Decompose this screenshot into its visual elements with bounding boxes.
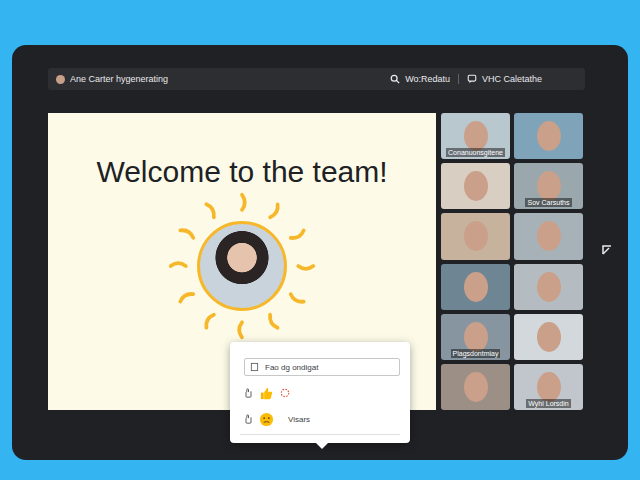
chat-button[interactable]: VHC Caletathe	[467, 74, 577, 84]
participant-photo	[464, 171, 488, 201]
participant-tile[interactable]: Wyhi Lorsdin	[514, 364, 583, 410]
participant-grid: Conanuonsgitene Sov Carsuths Plagsdontmiay…	[441, 113, 583, 410]
meeting-title: Ane Carter hygenerating	[70, 74, 168, 84]
reaction-row[interactable]	[240, 380, 400, 406]
search-icon	[390, 74, 400, 84]
participant-photo	[537, 272, 561, 302]
confused-face-icon	[259, 412, 274, 427]
menu-divider	[240, 434, 400, 435]
sun-rays-icon	[167, 191, 317, 341]
participant-name: Wyhi Lorsdin	[526, 399, 570, 408]
document-icon	[250, 362, 259, 372]
participant-tile[interactable]	[514, 113, 583, 159]
participant-name: Conanuonsgitene	[446, 148, 505, 157]
participant-photo	[464, 121, 488, 151]
cursor-icon	[600, 243, 614, 257]
hand-icon	[244, 414, 253, 424]
participant-photo	[537, 171, 561, 201]
participant-photo	[537, 121, 561, 151]
device-frame: Ane Carter hygenerating Wo:Redatu VHC Cale…	[12, 45, 628, 460]
party-icon	[280, 388, 290, 398]
reaction-search-placeholder: Fao dg ondigat	[265, 363, 318, 372]
participant-tile[interactable]	[514, 264, 583, 310]
participant-tile[interactable]	[441, 364, 510, 410]
participant-tile[interactable]	[441, 163, 510, 209]
participant-tile[interactable]: Conanuonsgitene	[441, 113, 510, 159]
meeting-info[interactable]: Ane Carter hygenerating	[56, 74, 382, 84]
participant-photo	[464, 322, 488, 352]
slide-title: Welcome to the team!	[96, 155, 387, 189]
user-avatar-icon	[56, 75, 65, 84]
menu-pointer-icon	[316, 443, 328, 449]
participant-name: Plagsdontmiay	[451, 349, 501, 358]
sun-decoration	[167, 191, 317, 341]
chat-icon	[467, 74, 477, 84]
reaction-menu: Fao dg ondigat Visars	[230, 342, 410, 443]
participant-tile[interactable]	[514, 213, 583, 259]
participant-tile[interactable]: Plagsdontmiay	[441, 314, 510, 360]
reaction-search-field[interactable]: Fao dg ondigat	[244, 358, 400, 376]
participant-tile[interactable]	[514, 314, 583, 360]
participant-tile[interactable]: Sov Carsuths	[514, 163, 583, 209]
top-bar: Ane Carter hygenerating Wo:Redatu VHC Cale…	[48, 68, 585, 90]
hand-icon	[244, 388, 253, 398]
search-text: Wo:Redatu	[405, 74, 450, 84]
new-member-photo	[197, 221, 287, 311]
thumbs-up-icon	[259, 386, 274, 401]
page: Ane Carter hygenerating Wo:Redatu VHC Cale…	[0, 0, 640, 480]
participant-name: Sov Carsuths	[525, 198, 571, 207]
participant-photo	[537, 322, 561, 352]
participant-photo	[537, 372, 561, 402]
participant-photo	[464, 372, 488, 402]
participant-photo	[464, 221, 488, 251]
participant-tile[interactable]	[441, 264, 510, 310]
participant-photo	[537, 221, 561, 251]
participant-photo	[464, 272, 488, 302]
reaction-row[interactable]: Visars	[240, 406, 400, 432]
participant-tile[interactable]	[441, 213, 510, 259]
reaction-label: Visars	[288, 415, 310, 424]
chat-text: VHC Caletathe	[482, 74, 542, 84]
search-field[interactable]: Wo:Redatu	[390, 74, 459, 84]
